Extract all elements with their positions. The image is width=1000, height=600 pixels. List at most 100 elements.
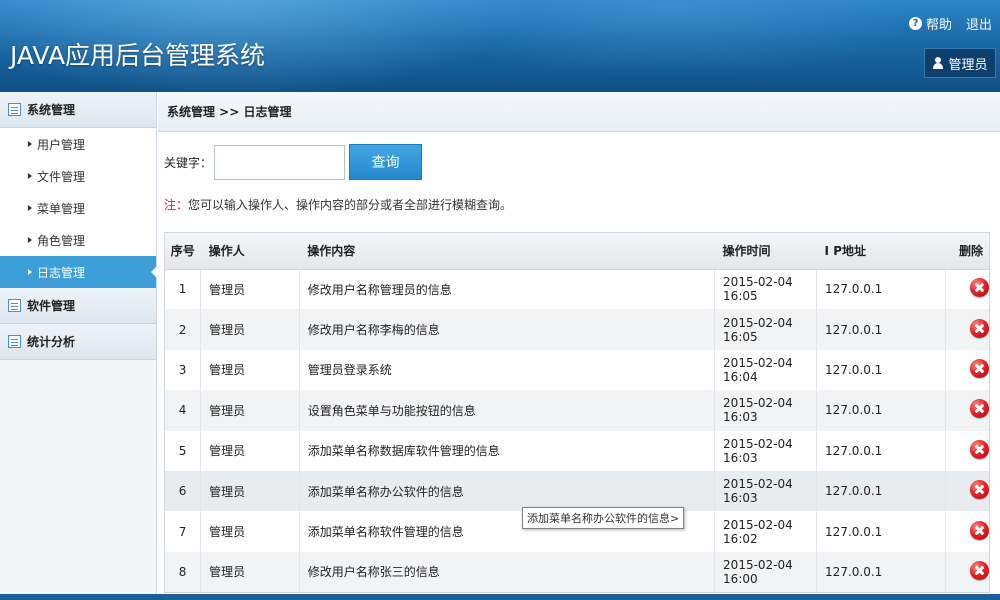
search-button[interactable]: 查询 bbox=[349, 144, 422, 180]
list-icon bbox=[8, 299, 21, 312]
caret-right-icon bbox=[28, 173, 32, 179]
cell-time: 2015-02-04 16:05 bbox=[714, 309, 818, 350]
cell-operator: 管理员 bbox=[200, 551, 300, 593]
cell-time: 2015-02-04 16:03 bbox=[714, 390, 818, 431]
cell-delete bbox=[946, 431, 989, 471]
table-header-row: 序号 操作人 操作内容 操作时间 I P地址 删除 bbox=[165, 233, 989, 270]
current-user-label: 管理员 bbox=[948, 57, 988, 73]
help-link[interactable]: ? 帮助 bbox=[908, 14, 952, 33]
sidebar-item-label: 文件管理 bbox=[37, 169, 86, 184]
note-text: 您可以输入操作人、操作内容的部分或者全部进行模糊查询。 bbox=[188, 198, 513, 212]
current-user-button[interactable]: 管理员 bbox=[924, 48, 996, 78]
delete-icon[interactable] bbox=[970, 278, 989, 298]
cell-content: 修改用户名称管理员的信息 bbox=[299, 269, 716, 310]
table-row: 5 管理员 添加菜单名称数据库软件管理的信息 2015-02-04 16:03 … bbox=[165, 430, 989, 471]
cell-delete bbox=[946, 511, 989, 551]
list-icon bbox=[8, 103, 21, 116]
column-header-delete: 删除 bbox=[945, 233, 989, 270]
sidebar-submenu-system: 用户管理 文件管理 菜单管理 角色管理 日志管理 bbox=[0, 128, 157, 288]
sidebar-item-users[interactable]: 用户管理 bbox=[0, 128, 156, 160]
sidebar-group-label: 统计分析 bbox=[27, 335, 76, 349]
cell-time: 2015-02-04 16:00 bbox=[714, 551, 818, 593]
table-row: 6 管理员 添加菜单名称办公软件的信息 2015-02-04 16:03 127… bbox=[165, 470, 989, 512]
cell-content: 添加菜单名称办公软件的信息 bbox=[299, 470, 716, 512]
cell-operator: 管理员 bbox=[200, 349, 300, 391]
cell-content: 添加菜单名称数据库软件管理的信息 bbox=[299, 430, 716, 471]
header-glow-secondary bbox=[420, 0, 920, 80]
cell-time: 2015-02-04 16:02 bbox=[714, 511, 818, 552]
sidebar-group-label: 系统管理 bbox=[27, 103, 76, 117]
cell-ip: 127.0.0.1 bbox=[816, 551, 946, 593]
content-tooltip: 添加菜单名称办公软件的信息> bbox=[522, 507, 685, 529]
delete-icon[interactable] bbox=[970, 480, 989, 500]
search-hint: 注： 您可以输入操作人、操作内容的部分或者全部进行模糊查询。 bbox=[164, 196, 512, 213]
cell-no: 5 bbox=[165, 430, 202, 471]
table-row: 2 管理员 修改用户名称李梅的信息 2015-02-04 16:05 127.0… bbox=[165, 309, 989, 350]
sidebar-item-files[interactable]: 文件管理 bbox=[0, 160, 156, 192]
sidebar: 系统管理 用户管理 文件管理 菜单管理 角色管理 日志管理 软件管理 统计分析 bbox=[0, 92, 157, 600]
sidebar-item-label: 日志管理 bbox=[37, 265, 86, 280]
column-header-time: 操作时间 bbox=[714, 233, 817, 270]
sidebar-item-label: 角色管理 bbox=[37, 233, 86, 248]
delete-icon[interactable] bbox=[970, 560, 989, 580]
cell-operator: 管理员 bbox=[200, 511, 300, 552]
cell-content: 修改用户名称李梅的信息 bbox=[299, 309, 716, 350]
cell-delete bbox=[946, 471, 989, 511]
cell-operator: 管理员 bbox=[200, 390, 300, 431]
column-header-ip: I P地址 bbox=[816, 233, 946, 270]
note-prefix: 注： bbox=[164, 198, 189, 212]
sidebar-item-menus[interactable]: 菜单管理 bbox=[0, 192, 156, 224]
table-row: 4 管理员 设置角色菜单与功能按钮的信息 2015-02-04 16:03 12… bbox=[165, 390, 989, 431]
cell-ip: 127.0.0.1 bbox=[816, 309, 946, 350]
cell-time: 2015-02-04 16:03 bbox=[714, 470, 818, 512]
cell-ip: 127.0.0.1 bbox=[816, 511, 946, 552]
logout-link[interactable]: 退出 bbox=[966, 14, 992, 33]
sidebar-item-roles[interactable]: 角色管理 bbox=[0, 224, 156, 256]
sidebar-group-statistics[interactable]: 统计分析 bbox=[0, 324, 156, 360]
cell-time: 2015-02-04 16:04 bbox=[714, 349, 818, 391]
keyword-label: 关键字： bbox=[164, 155, 213, 170]
app-header: JAVA应用后台管理系统 ? 帮助 退出 管理员 bbox=[0, 0, 1000, 92]
cell-no: 1 bbox=[165, 269, 202, 310]
cell-time: 2015-02-04 16:03 bbox=[714, 430, 818, 471]
delete-icon[interactable] bbox=[970, 439, 989, 459]
table-row: 8 管理员 修改用户名称张三的信息 2015-02-04 16:00 127.0… bbox=[165, 551, 989, 593]
caret-right-icon bbox=[28, 237, 32, 243]
column-header-content: 操作内容 bbox=[299, 233, 715, 270]
cell-ip: 127.0.0.1 bbox=[816, 390, 946, 431]
cell-time: 2015-02-04 16:05 bbox=[714, 269, 818, 310]
app-title: JAVA应用后台管理系统 bbox=[10, 41, 266, 70]
column-header-no: 序号 bbox=[165, 233, 201, 270]
keyword-input[interactable] bbox=[214, 144, 345, 180]
sidebar-item-label: 用户管理 bbox=[37, 137, 86, 152]
cell-ip: 127.0.0.1 bbox=[816, 430, 946, 471]
delete-icon[interactable] bbox=[970, 399, 989, 419]
cell-content: 管理员登录系统 bbox=[299, 349, 716, 391]
list-icon bbox=[8, 335, 21, 348]
cell-operator: 管理员 bbox=[200, 470, 300, 512]
table-row: 3 管理员 管理员登录系统 2015-02-04 16:04 127.0.0.1 bbox=[165, 349, 989, 391]
caret-right-icon bbox=[28, 141, 32, 147]
cell-delete bbox=[946, 350, 989, 390]
cell-operator: 管理员 bbox=[200, 309, 300, 350]
sidebar-item-logs[interactable]: 日志管理 bbox=[0, 256, 157, 288]
caret-right-icon bbox=[28, 269, 32, 275]
sidebar-group-software[interactable]: 软件管理 bbox=[0, 288, 156, 324]
breadcrumb: 系统管理 >> 日志管理 bbox=[158, 92, 1000, 132]
delete-icon[interactable] bbox=[970, 520, 989, 540]
delete-icon[interactable] bbox=[970, 318, 989, 338]
bottom-bar bbox=[0, 594, 1000, 600]
cell-ip: 127.0.0.1 bbox=[816, 269, 946, 310]
cell-content: 修改用户名称张三的信息 bbox=[299, 551, 716, 593]
cell-delete bbox=[946, 309, 989, 349]
cell-no: 3 bbox=[165, 349, 202, 391]
cell-ip: 127.0.0.1 bbox=[816, 470, 946, 512]
cell-delete bbox=[946, 552, 989, 592]
cell-delete bbox=[946, 269, 989, 309]
sidebar-group-label: 软件管理 bbox=[27, 299, 76, 313]
delete-icon[interactable] bbox=[970, 358, 989, 378]
sidebar-group-system[interactable]: 系统管理 bbox=[0, 92, 156, 128]
help-icon: ? bbox=[908, 17, 922, 30]
cell-ip: 127.0.0.1 bbox=[816, 349, 946, 391]
log-table: 序号 操作人 操作内容 操作时间 I P地址 删除 1 管理员 修改用户名称管理… bbox=[164, 232, 990, 594]
